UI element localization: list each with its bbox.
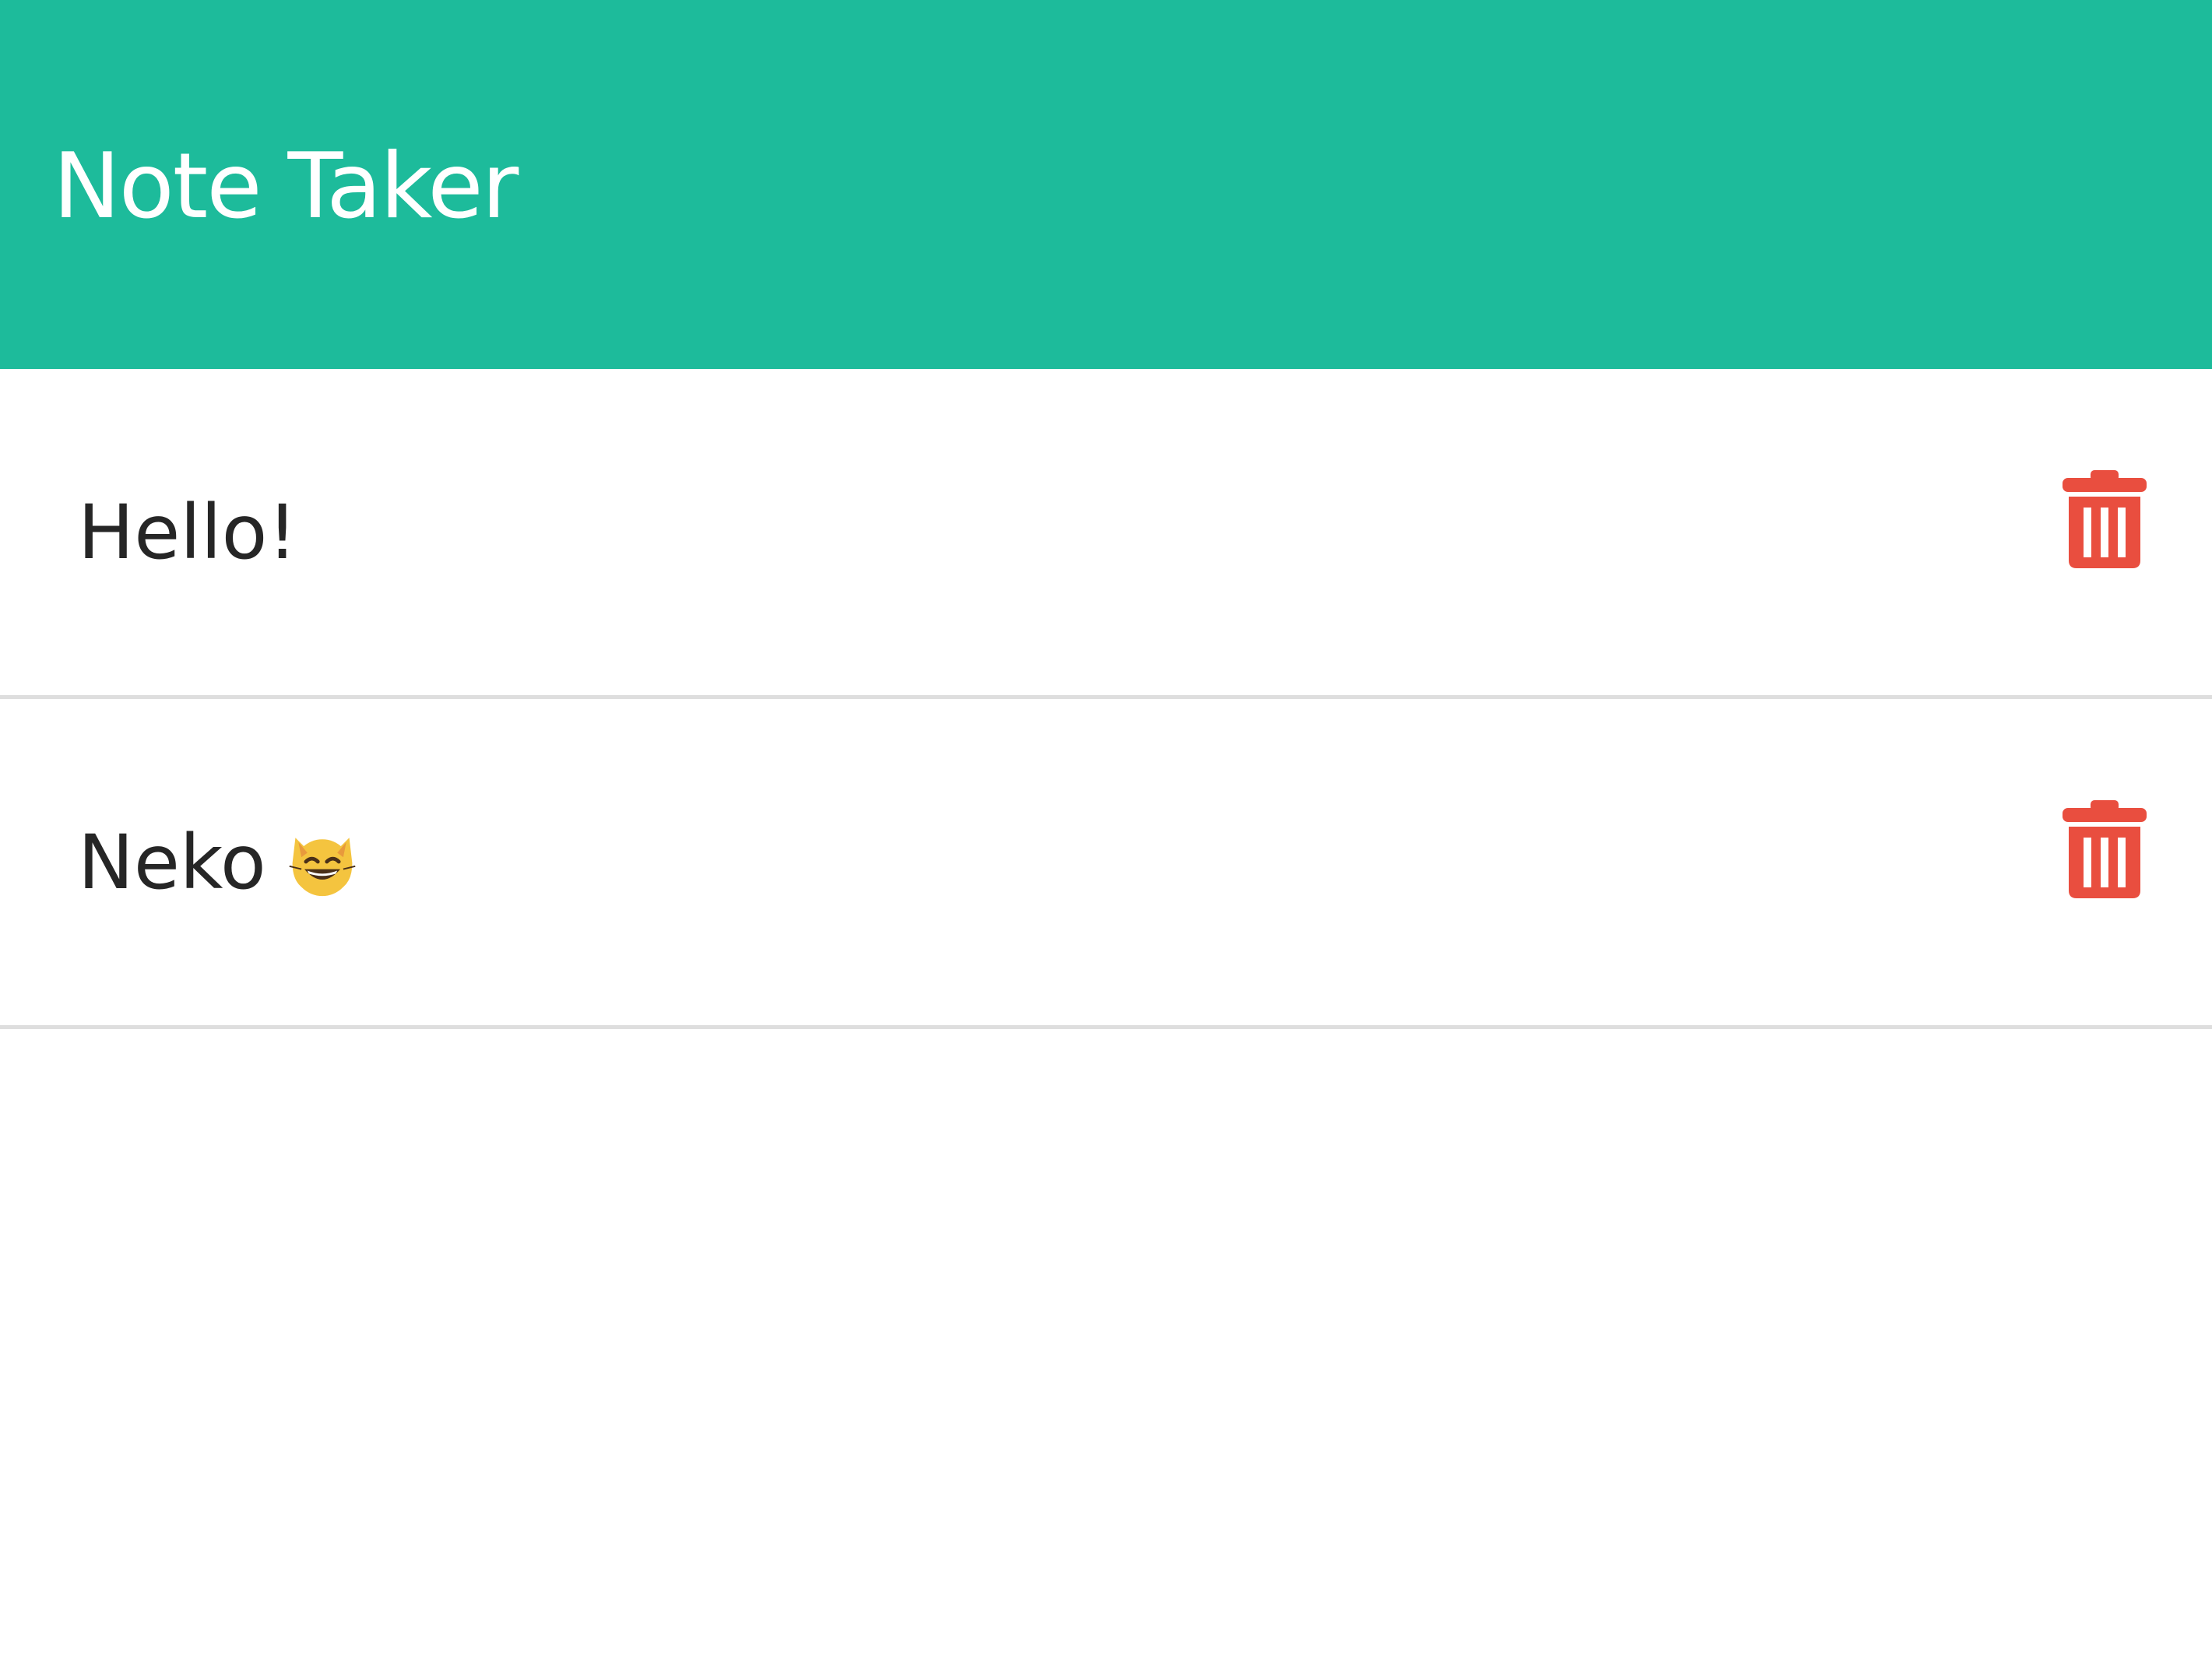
app-title: Note Taker: [53, 134, 519, 239]
note-label: Neko: [78, 819, 266, 906]
app-root: Note Taker Hello! Neko: [0, 0, 2212, 1658]
note-text: Neko: [78, 816, 360, 909]
note-text: Hello!: [78, 486, 297, 579]
note-item[interactable]: Neko: [0, 699, 2212, 1029]
note-list: Hello! Neko: [0, 369, 2212, 1029]
delete-note-button[interactable]: [2063, 470, 2147, 568]
trash-icon: [2063, 800, 2147, 898]
note-label: Hello!: [78, 489, 297, 576]
note-item[interactable]: Hello!: [0, 369, 2212, 699]
grinning-cat-icon: [285, 824, 360, 899]
app-header: Note Taker: [0, 0, 2212, 369]
delete-note-button[interactable]: [2063, 800, 2147, 898]
trash-icon: [2063, 470, 2147, 568]
